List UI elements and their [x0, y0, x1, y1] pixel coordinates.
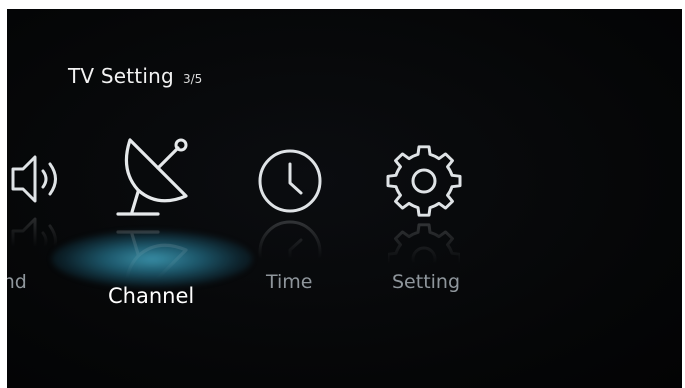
page-title: TV Setting — [68, 64, 174, 88]
tv-screen: TV Setting 3/5 Sound — [7, 9, 682, 388]
menu-item-label: Setting — [392, 271, 461, 293]
header: TV Setting 3/5 — [68, 64, 202, 88]
menu-item-channel[interactable]: Channel — [92, 124, 222, 324]
speaker-reflection — [9, 211, 69, 271]
menu-item-setting[interactable]: Setting — [382, 139, 482, 309]
gear-icon — [386, 145, 462, 219]
satellite-dish-icon — [108, 130, 200, 222]
page-indicator: 3/5 — [182, 72, 203, 86]
menu-item-time[interactable]: Time — [247, 139, 337, 309]
menu-item-sound[interactable]: Sound — [7, 139, 77, 309]
menu-item-label: Sound — [7, 271, 27, 293]
clock-icon — [257, 148, 323, 214]
menu-item-label: Channel — [108, 284, 195, 308]
speaker-icon — [9, 149, 69, 209]
menu-item-label: Time — [266, 271, 313, 293]
